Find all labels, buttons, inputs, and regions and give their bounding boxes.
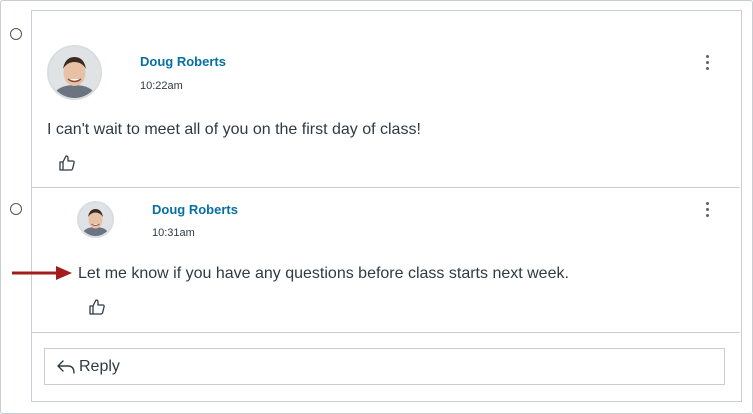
reply-icon <box>57 359 75 374</box>
author-name-link[interactable]: Doug Roberts <box>152 202 238 217</box>
like-icon[interactable] <box>88 298 106 316</box>
post-timestamp: 10:22am <box>140 80 183 92</box>
thread-footer-divider <box>32 332 740 333</box>
entry-select-radio-2[interactable] <box>10 203 22 215</box>
avatar[interactable] <box>47 45 102 100</box>
like-icon[interactable] <box>58 154 76 172</box>
avatar[interactable] <box>77 201 114 238</box>
reply-button[interactable]: Reply <box>44 348 725 385</box>
entry-divider <box>32 187 740 188</box>
entry-select-radio-1[interactable] <box>10 28 22 40</box>
author-name-link[interactable]: Doug Roberts <box>140 54 226 69</box>
more-options-icon[interactable] <box>704 202 710 220</box>
entry-message: I can't wait to meet all of you on the f… <box>47 121 421 138</box>
post-timestamp: 10:31am <box>152 227 195 239</box>
entry-message: Let me know if you have any questions be… <box>78 265 569 282</box>
annotation-arrow <box>12 266 72 280</box>
avatar-image <box>79 203 112 236</box>
discussion-thread <box>31 10 742 402</box>
reply-label: Reply <box>79 357 120 375</box>
avatar-image <box>49 47 100 98</box>
more-options-icon[interactable] <box>704 55 710 73</box>
